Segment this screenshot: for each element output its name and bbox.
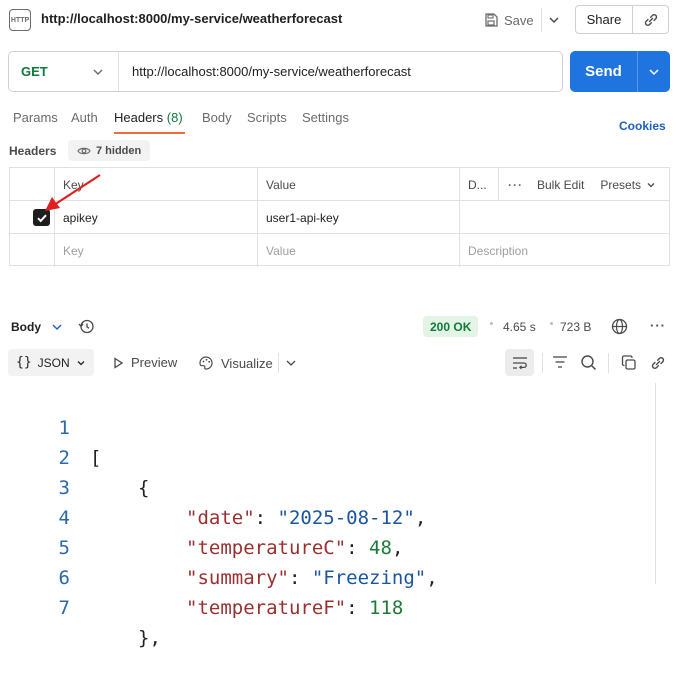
code-line: 1 [ [0,383,686,469]
divider [608,353,609,373]
scrollbar-track[interactable] [655,383,656,584]
request-title[interactable]: http://localhost:8000/my-service/weather… [41,11,342,26]
presets-dropdown[interactable]: Presets [600,178,656,192]
presets-label: Presets [600,177,642,192]
format-label: JSON [37,355,70,370]
headers-table: Key Value D... ··· Bulk Edit Presets api… [9,167,670,267]
code-line: 3 "date": "2025-08-12", [0,443,686,529]
preview-label: Preview [131,355,178,370]
divider [278,353,279,373]
column-header-description: D... [468,177,487,192]
chevron-down-icon [92,66,104,78]
url-input[interactable]: http://localhost:8000/my-service/weather… [119,64,411,79]
header-description-cell[interactable] [459,201,669,234]
wrap-lines-button[interactable] [505,349,534,376]
search-icon[interactable] [580,354,597,371]
line-number: 7 [58,597,70,619]
link-icon [643,12,659,28]
chevron-down-icon [51,321,63,333]
table-row: Key Value Description [10,234,669,267]
braces-icon: {} [16,355,32,370]
status-badge[interactable]: 200 OK [423,316,479,337]
new-description-input[interactable]: Description [459,234,528,267]
http-request-icon: HTTP [9,9,31,31]
link-icon[interactable] [650,355,666,371]
hidden-headers-label: 7 hidden [96,144,142,157]
copy-link-button[interactable] [633,5,669,34]
visualize-icon [198,355,214,371]
chevron-down-icon[interactable] [285,357,297,369]
code-line: 7 }, [0,563,686,649]
chevron-down-icon [646,180,656,190]
response-body-dropdown[interactable]: Body [11,320,63,334]
new-key-input[interactable]: Key [54,234,84,267]
header-value-cell[interactable]: user1-api-key [257,201,339,234]
code-text: }, [138,627,161,649]
cookies-link[interactable]: Cookies [619,119,666,133]
code-line: 2 { [0,413,686,499]
more-options-icon[interactable]: ··· [650,318,666,333]
send-label: Send [585,63,622,80]
more-options-icon[interactable]: ··· [500,178,523,192]
tab-body[interactable]: Body [202,110,232,125]
separator-dot [490,322,493,325]
format-select[interactable]: {} JSON [8,349,94,376]
annotation-arrow [45,174,101,211]
globe-icon[interactable] [611,318,628,335]
response-code-view[interactable]: 1 [ 2 { 3 "date": "2025-08-12", 4 "tempe… [0,383,686,649]
code-text: "temperatureF": 118 [186,597,404,619]
response-body-label: Body [11,320,41,334]
hidden-headers-toggle[interactable]: 7 hidden [68,140,151,161]
eye-icon [77,146,91,156]
active-tab-indicator [114,132,185,134]
tab-settings[interactable]: Settings [302,110,349,125]
tab-headers-count: (8) [166,110,183,125]
share-button[interactable]: Share [575,5,633,34]
divider [541,8,542,32]
new-value-input[interactable]: Value [257,234,296,267]
visualize-button[interactable]: Visualize [198,355,273,371]
tab-headers-label: Headers [114,110,164,125]
code-line: 5 "summary": "Freezing", [0,503,686,589]
wrap-icon [512,356,528,370]
tab-scripts[interactable]: Scripts [247,110,287,125]
history-icon[interactable] [78,318,95,335]
tab-headers[interactable]: Headers (8) [114,110,183,125]
save-button[interactable]: Save [484,9,534,31]
request-url-bar: GET http://localhost:8000/my-service/wea… [8,51,563,92]
tab-auth[interactable]: Auth [71,110,98,125]
preview-button[interactable]: Preview [113,355,177,370]
send-button[interactable]: Send [570,51,670,92]
play-icon [113,356,124,369]
chevron-down-icon [76,358,86,368]
table-header-row: Key Value D... ··· Bulk Edit Presets [10,168,669,201]
method-select[interactable]: GET [9,52,119,91]
save-icon [484,13,498,27]
send-options-chevron-icon[interactable] [638,66,670,78]
table-actions: ··· Bulk Edit Presets [500,168,670,201]
json-key: "temperatureF" [186,597,347,619]
visualize-label: Visualize [221,355,273,371]
save-label: Save [504,12,534,28]
divider [542,353,543,373]
save-options-chevron-icon[interactable] [547,13,561,27]
table-row: apikey user1-api-key [10,201,669,234]
copy-icon[interactable] [621,355,637,371]
method-label: GET [21,64,48,79]
response-size[interactable]: 723 B [560,320,591,334]
filter-icon[interactable] [552,355,568,369]
tab-params[interactable]: Params [13,110,58,125]
code-line: 6 "temperatureF": 118 [0,533,686,619]
bulk-edit-button[interactable]: Bulk Edit [537,178,584,192]
json-number: 118 [369,597,404,619]
response-time[interactable]: 4.65 s [503,320,536,334]
code-line: 4 "temperatureC": 48, [0,473,686,559]
separator-dot [550,322,553,325]
column-header-value: Value [266,177,296,192]
headers-section-label: Headers [9,144,57,158]
